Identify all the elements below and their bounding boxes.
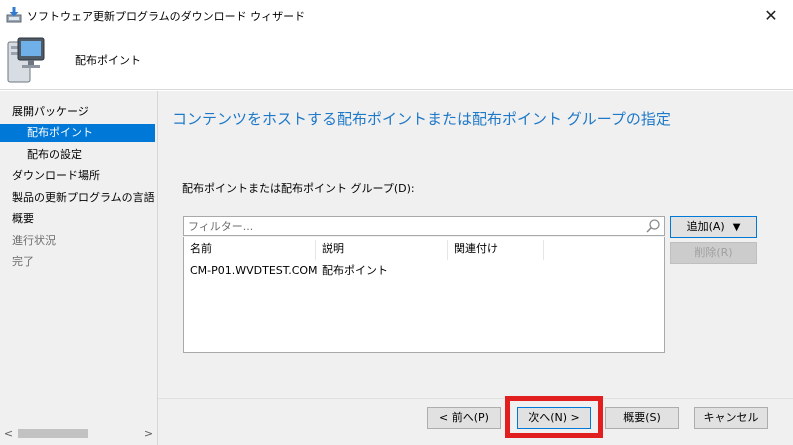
chevron-down-icon: ▼ bbox=[732, 222, 741, 233]
nav-item-summary[interactable]: 概要 bbox=[0, 210, 155, 228]
remove-button[interactable]: 削除(R) bbox=[670, 242, 757, 264]
window-title: ソフトウェア更新プログラムのダウンロード ウィザード bbox=[27, 10, 306, 23]
close-button[interactable]: ✕ bbox=[749, 0, 793, 30]
scroll-right-icon[interactable]: > bbox=[140, 425, 157, 442]
table-row-description-cell[interactable]: 配布ポイント bbox=[316, 263, 448, 279]
title-bar: ソフトウェア更新プログラムのダウンロード ウィザード ✕ bbox=[0, 0, 793, 30]
nav-horizontal-scrollbar[interactable]: < > bbox=[0, 425, 157, 442]
wizard-header: 配布ポイント bbox=[0, 30, 793, 90]
column-header-association[interactable]: 関連付け bbox=[448, 240, 544, 260]
cancel-button[interactable]: キャンセル bbox=[694, 407, 768, 429]
nav-item-distribution-points[interactable]: 配布ポイント bbox=[0, 124, 155, 142]
wizard-content: コンテンツをホストする配布ポイントまたは配布ポイント グループの指定 配布ポイン… bbox=[158, 91, 793, 445]
close-icon: ✕ bbox=[764, 5, 778, 25]
next-button[interactable]: 次へ(N) > bbox=[517, 407, 591, 429]
distribution-points-list[interactable]: 名前 説明 関連付け CM-P01.WVDTEST.COM 配布ポイント bbox=[183, 237, 665, 353]
page-heading: 配布ポイント bbox=[75, 54, 141, 67]
add-button[interactable]: 追加(A) ▼ bbox=[670, 216, 757, 238]
nav-item-download-location[interactable]: ダウンロード場所 bbox=[0, 167, 155, 185]
filter-input[interactable] bbox=[184, 217, 639, 235]
filter-box[interactable] bbox=[183, 216, 665, 236]
table-row-name-cell[interactable]: CM-P01.WVDTEST.COM bbox=[184, 263, 318, 279]
download-icon bbox=[6, 7, 22, 23]
back-button[interactable]: < 前へ(P) bbox=[427, 407, 501, 429]
page-title: コンテンツをホストする配布ポイントまたは配布ポイント グループの指定 bbox=[172, 110, 671, 128]
nav-item-deployment-package[interactable]: 展開パッケージ bbox=[0, 103, 155, 121]
column-header-description[interactable]: 説明 bbox=[316, 240, 448, 260]
nav-item-language-selection[interactable]: 製品の更新プログラムの言語の bbox=[0, 189, 155, 207]
distribution-points-label: 配布ポイントまたは配布ポイント グループ(D): bbox=[182, 182, 415, 195]
footer-divider bbox=[158, 398, 793, 399]
add-button-label: 追加(A) bbox=[686, 220, 725, 233]
nav-item-distribution-settings[interactable]: 配布の設定 bbox=[0, 146, 155, 164]
summary-button[interactable]: 概要(S) bbox=[605, 407, 679, 429]
nav-item-completion: 完了 bbox=[12, 255, 34, 268]
column-header-name[interactable]: 名前 bbox=[184, 240, 316, 260]
table-row-association-cell[interactable] bbox=[448, 263, 544, 279]
search-icon[interactable] bbox=[645, 218, 661, 234]
scroll-thumb[interactable] bbox=[18, 429, 88, 438]
nav-item-progress: 進行状況 bbox=[12, 234, 56, 247]
wizard-nav: 展開パッケージ 配布ポイント 配布の設定 ダウンロード場所 製品の更新プログラム… bbox=[0, 91, 158, 445]
computer-icon bbox=[7, 37, 45, 83]
scroll-left-icon[interactable]: < bbox=[0, 425, 17, 442]
